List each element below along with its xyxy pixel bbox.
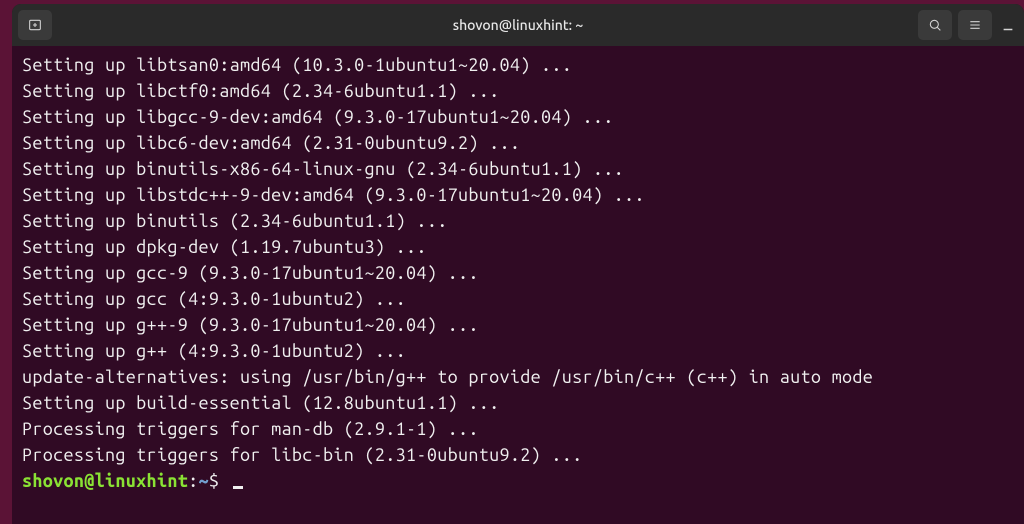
terminal-line: Setting up gcc-9 (9.3.0-17ubuntu1~20.04)… (22, 260, 1014, 286)
window-title: shovon@linuxhint: ~ (453, 17, 584, 33)
prompt-path: ~ (198, 471, 208, 491)
minimize-button[interactable] (998, 15, 1018, 35)
titlebar-left (18, 10, 52, 40)
prompt-colon: : (188, 471, 198, 491)
terminal-line: Setting up libctf0:amd64 (2.34-6ubuntu1.… (22, 78, 1014, 104)
terminal-line: Setting up libgcc-9-dev:amd64 (9.3.0-17u… (22, 104, 1014, 130)
terminal-window: shovon@linuxhint: ~ (12, 4, 1024, 524)
terminal-line: Setting up build-essential (12.8ubuntu1.… (22, 390, 1014, 416)
titlebar-right (918, 10, 1018, 40)
terminal-line: Setting up libstdc++-9-dev:amd64 (9.3.0-… (22, 182, 1014, 208)
prompt-dollar: $ (209, 471, 219, 491)
terminal-line: Setting up g++-9 (9.3.0-17ubuntu1~20.04)… (22, 312, 1014, 338)
new-tab-button[interactable] (18, 10, 52, 40)
terminal-line: Setting up libc6-dev:amd64 (2.31-0ubuntu… (22, 130, 1014, 156)
search-button[interactable] (918, 10, 952, 40)
minimize-icon (1001, 19, 1015, 33)
terminal-line: Processing triggers for libc-bin (2.31-0… (22, 442, 1014, 468)
cursor (233, 486, 243, 489)
terminal-line: Setting up dpkg-dev (1.19.7ubuntu3) ... (22, 234, 1014, 260)
terminal-line: Processing triggers for man-db (2.9.1-1)… (22, 416, 1014, 442)
terminal-line: update-alternatives: using /usr/bin/g++ … (22, 364, 1014, 390)
new-tab-icon (27, 17, 43, 33)
terminal-line: Setting up g++ (4:9.3.0-1ubuntu2) ... (22, 338, 1014, 364)
menu-button[interactable] (958, 10, 992, 40)
terminal-line: Setting up binutils (2.34-6ubuntu1.1) ..… (22, 208, 1014, 234)
terminal-line: Setting up binutils-x86-64-linux-gnu (2.… (22, 156, 1014, 182)
prompt-user-host: shovon@linuxhint (22, 471, 188, 491)
search-icon (927, 17, 943, 33)
terminal-body[interactable]: Setting up libtsan0:amd64 (10.3.0-1ubunt… (12, 46, 1024, 524)
titlebar: shovon@linuxhint: ~ (12, 4, 1024, 46)
terminal-line: Setting up gcc (4:9.3.0-1ubuntu2) ... (22, 286, 1014, 312)
prompt-line: shovon@linuxhint:~$ (22, 468, 1014, 494)
hamburger-icon (967, 17, 983, 33)
terminal-line: Setting up libtsan0:amd64 (10.3.0-1ubunt… (22, 52, 1014, 78)
